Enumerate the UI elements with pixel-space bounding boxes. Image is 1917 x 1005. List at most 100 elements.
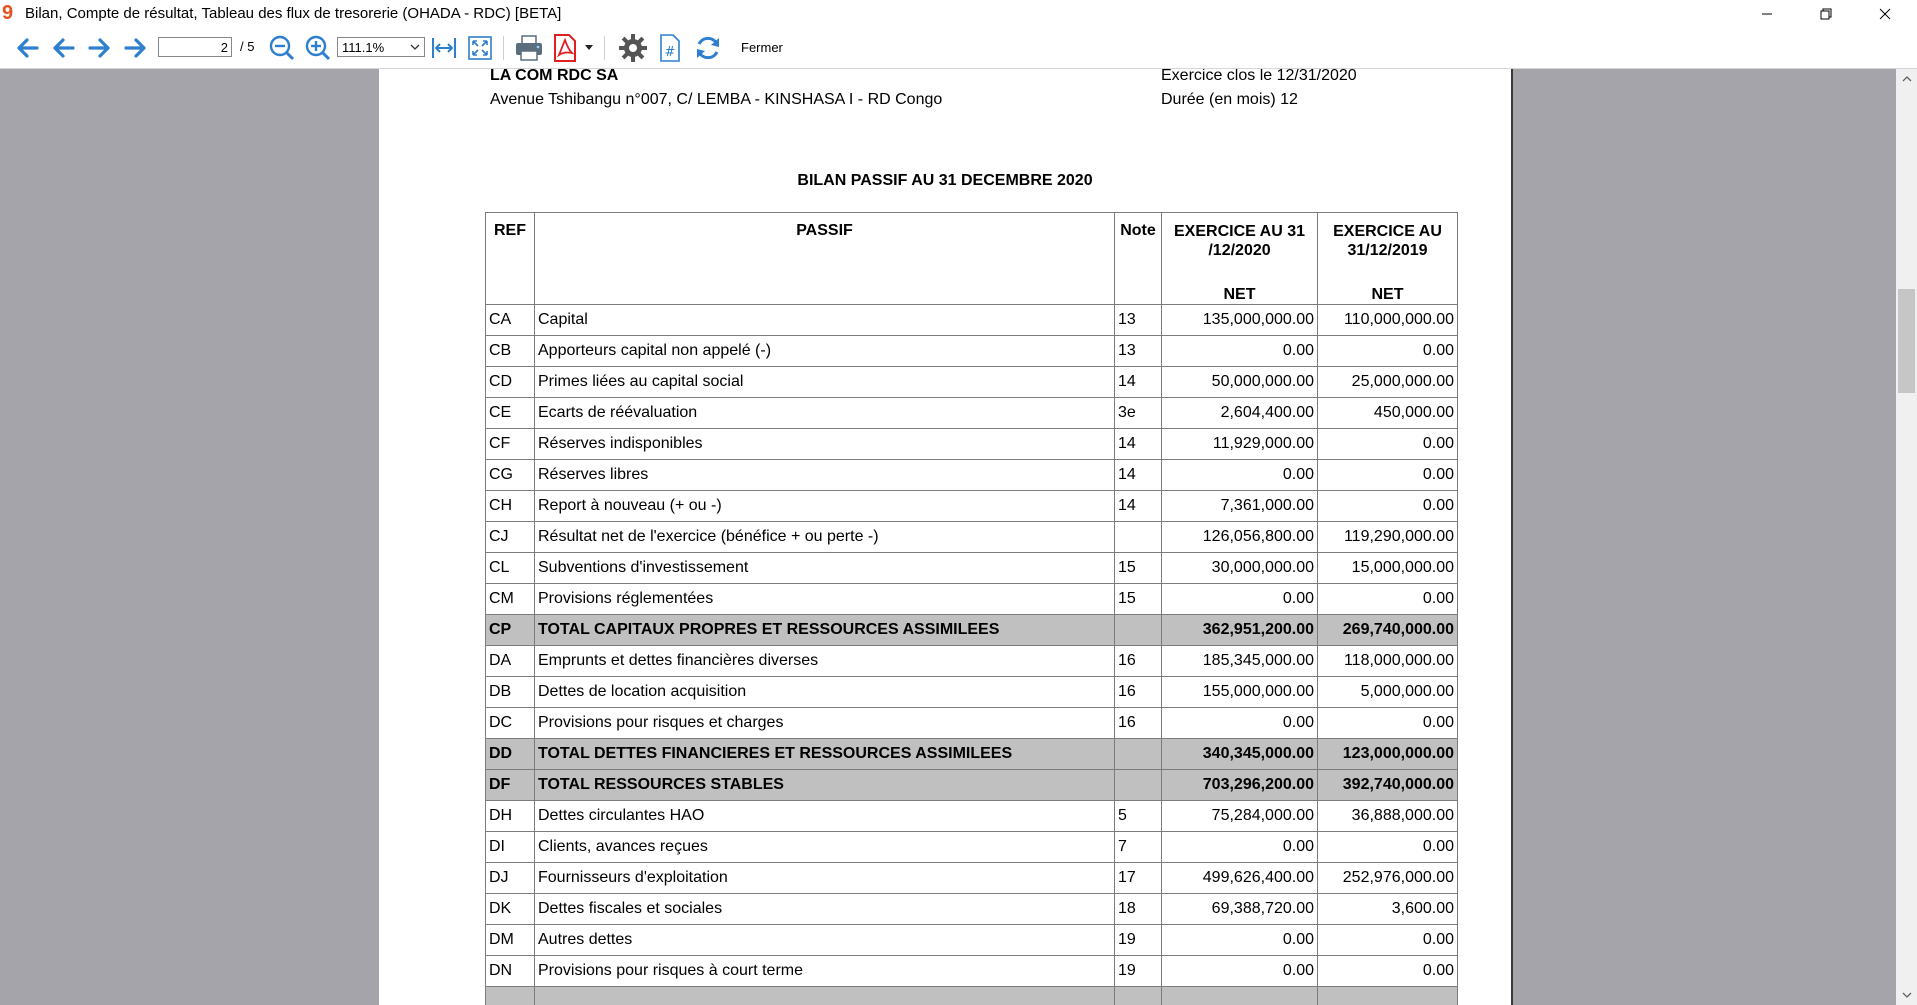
- cell-note: 19: [1114, 955, 1162, 987]
- cell-value-2020: 2,604,400.00: [1161, 397, 1318, 429]
- table-row: CM Provisions réglementées 15 0.00 0.00: [485, 583, 1458, 615]
- cell-label: Report à nouveau (+ ou -): [534, 490, 1115, 522]
- minimize-button[interactable]: [1744, 0, 1790, 28]
- refresh-button[interactable]: [692, 32, 724, 64]
- header-net-2019: NET: [1371, 286, 1404, 303]
- fit-width-button[interactable]: [428, 32, 460, 64]
- table-row: DK Dettes fiscales et sociales 18 69,388,72…: [485, 893, 1458, 925]
- next-page-button[interactable]: [84, 32, 116, 64]
- zoom-out-button[interactable]: [266, 32, 298, 64]
- table-row: CH Report à nouveau (+ ou -) 14 7,361,000.0…: [485, 490, 1458, 522]
- cell-label: Provisions pour risques et charges: [534, 707, 1115, 739]
- cell-value-2020: 340,345,000.00: [1161, 738, 1318, 770]
- cell-label: Ecarts de réévaluation: [534, 397, 1115, 429]
- cell-value-2019: 25,000,000.00: [1317, 366, 1458, 398]
- last-page-button[interactable]: [120, 32, 152, 64]
- toolbar-separator: [503, 36, 504, 60]
- close-button[interactable]: Fermer: [741, 40, 783, 55]
- cell-label: Résultat net de l'exercice (bénéfice + o…: [534, 521, 1115, 553]
- cell-ref: DB: [485, 676, 535, 708]
- cell-ref: DA: [485, 645, 535, 677]
- zoom-in-button[interactable]: [302, 32, 334, 64]
- app-logo-icon: 9: [2, 2, 14, 24]
- cell-note: 18: [1114, 893, 1162, 925]
- header-note: Note: [1114, 212, 1162, 305]
- previous-page-button[interactable]: [47, 32, 79, 64]
- document-viewer[interactable]: LA COM RDC SA Avenue Tshibangu n°007, C/…: [0, 69, 1896, 1005]
- cell-value-2020: 185,345,000.00: [1161, 645, 1318, 677]
- cell-value-2019: 0.00: [1317, 490, 1458, 522]
- cell-value-2020: 155,000,000.00: [1161, 676, 1318, 708]
- cell-ref: DN: [485, 955, 535, 987]
- cell-label: Dettes circulantes HAO: [534, 800, 1115, 832]
- cell-note: 15: [1114, 552, 1162, 584]
- cell-value-2019: 5,000,000.00: [1317, 676, 1458, 708]
- cell-note: [1114, 521, 1162, 553]
- cell-value-2020: 0.00: [1161, 831, 1318, 863]
- gear-icon: [619, 34, 647, 62]
- cell-label: Réserves libres: [534, 459, 1115, 491]
- page-number-input[interactable]: [158, 37, 232, 57]
- cell-value-2019: 119,290,000.00: [1317, 521, 1458, 553]
- cell-value-2020: 7,361,000.00: [1161, 490, 1318, 522]
- close-icon: [1879, 8, 1891, 20]
- cell-note: 14: [1114, 459, 1162, 491]
- bilan-passif-table: REF PASSIF Note EXERCICE AU 31 /12/2020 N…: [485, 212, 1458, 1005]
- table-row: DH Dettes circulantes HAO 5 75,284,000.00 36…: [485, 800, 1458, 832]
- cell-label: [534, 986, 1115, 1005]
- cell-note: 16: [1114, 707, 1162, 739]
- restore-button[interactable]: [1803, 0, 1849, 28]
- cell-ref: CE: [485, 397, 535, 429]
- zoom-out-icon: [269, 35, 295, 61]
- table-row: DN Provisions pour risques à court terme 1…: [485, 955, 1458, 987]
- cell-value-2019: 0.00: [1317, 924, 1458, 956]
- header-ref: REF: [485, 212, 535, 305]
- cell-value-2020: 0.00: [1161, 707, 1318, 739]
- cell-note: 14: [1114, 428, 1162, 460]
- cell-note: 13: [1114, 335, 1162, 367]
- cell-note: 15: [1114, 583, 1162, 615]
- table-row: CB Apporteurs capital non appelé (-) 13 0.0…: [485, 335, 1458, 367]
- page-number-icon: #: [660, 34, 680, 62]
- export-pdf-button[interactable]: [549, 32, 581, 64]
- cell-value-2019: 0.00: [1317, 428, 1458, 460]
- scroll-up-button[interactable]: [1896, 69, 1917, 89]
- header-passif: PASSIF: [534, 212, 1115, 305]
- cell-label: Fournisseurs d'exploitation: [534, 862, 1115, 894]
- table-row: CE Ecarts de réévaluation 3e 2,604,400.00 45…: [485, 397, 1458, 429]
- cell-value-2020: 0.00: [1161, 924, 1318, 956]
- company-address: Avenue Tshibangu n°007, C/ LEMBA - KINSH…: [490, 91, 943, 108]
- header-net-2020: NET: [1223, 286, 1256, 303]
- zoom-select[interactable]: 111.1%: [337, 37, 425, 57]
- scrollbar-thumb[interactable]: [1898, 289, 1915, 393]
- printer-icon: [516, 35, 542, 61]
- cell-value-2019: 36,888,000.00: [1317, 800, 1458, 832]
- fiscal-period: Exercice clos le 12/31/2020: [1161, 69, 1357, 84]
- chevron-down-icon: [410, 44, 420, 50]
- svg-text:#: #: [665, 45, 676, 60]
- page-number-button[interactable]: #: [654, 32, 686, 64]
- cell-value-2020: 69,388,720.00: [1161, 893, 1318, 925]
- cell-value-2020: 362,951,200.00: [1161, 614, 1318, 646]
- cell-label: Primes liées au capital social: [534, 366, 1115, 398]
- window-close-button[interactable]: [1862, 0, 1908, 28]
- cell-ref: DC: [485, 707, 535, 739]
- vertical-scrollbar[interactable]: [1896, 69, 1917, 1005]
- settings-button[interactable]: [617, 32, 649, 64]
- print-button[interactable]: [513, 32, 545, 64]
- export-dropdown-button[interactable]: [581, 32, 597, 64]
- cell-value-2019: 15,000,000.00: [1317, 552, 1458, 584]
- cell-note: 5: [1114, 800, 1162, 832]
- cell-ref: CD: [485, 366, 535, 398]
- first-page-button[interactable]: [11, 32, 43, 64]
- cell-value-2020: 126,056,800.00: [1161, 521, 1318, 553]
- table-row: CA Capital 13 135,000,000.00 110,000,000.00: [485, 304, 1458, 336]
- cell-label: Dettes fiscales et sociales: [534, 893, 1115, 925]
- scroll-down-button[interactable]: [1896, 985, 1917, 1005]
- fit-page-button[interactable]: [464, 32, 496, 64]
- table-row: CL Subventions d'investissement 15 30,000,0…: [485, 552, 1458, 584]
- cell-value-2020: 499,626,400.00: [1161, 862, 1318, 894]
- cell-value-2019: 0.00: [1317, 583, 1458, 615]
- minimize-icon: [1762, 13, 1772, 15]
- cell-value-2020: 75,284,000.00: [1161, 800, 1318, 832]
